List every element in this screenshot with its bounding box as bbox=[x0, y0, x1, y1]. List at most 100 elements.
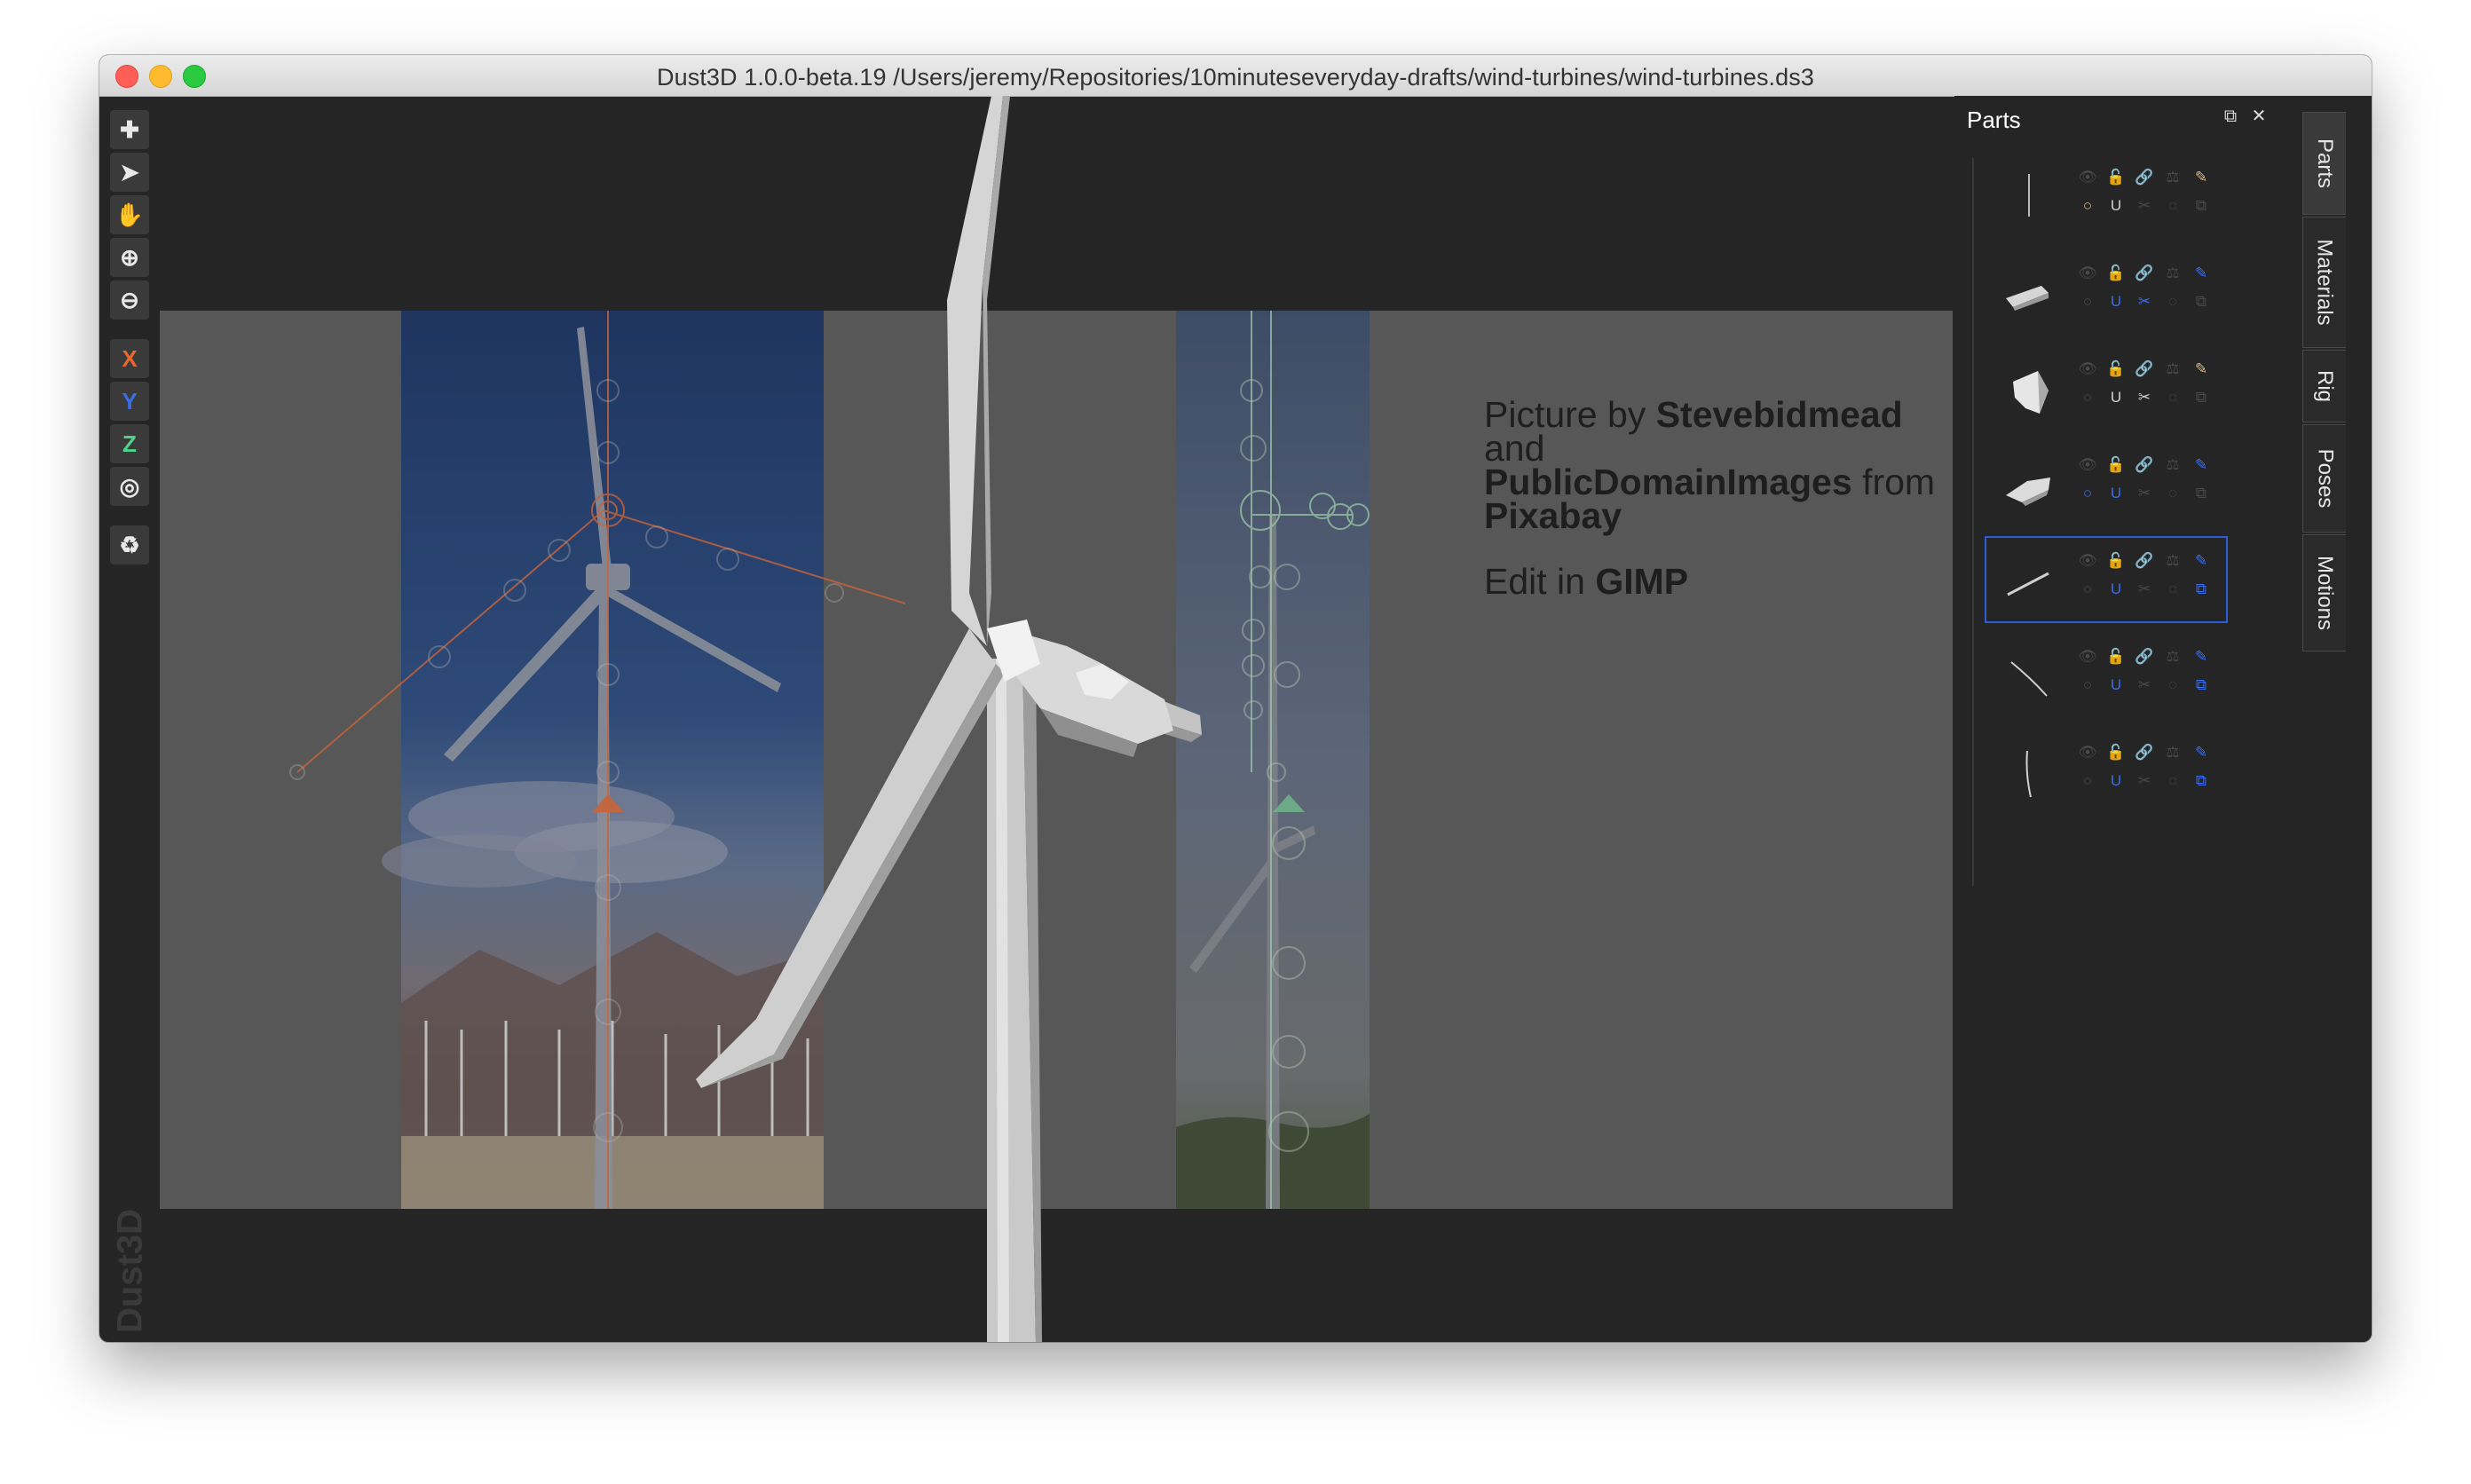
deform-icon[interactable]: ◌ bbox=[2162, 291, 2183, 312]
chamfer-icon[interactable]: ✂ bbox=[2134, 387, 2155, 408]
xmirror-icon[interactable]: ⚖ bbox=[2162, 646, 2183, 667]
lock-icon[interactable]: 🔓 bbox=[2105, 359, 2127, 380]
subdivide-icon[interactable]: U bbox=[2105, 195, 2127, 217]
visible-icon[interactable]: 👁 bbox=[2077, 359, 2098, 380]
link-icon[interactable]: 🔗 bbox=[2134, 742, 2155, 763]
visible-icon[interactable]: 👁 bbox=[2077, 550, 2098, 572]
radius-lock-button[interactable]: ◎ bbox=[110, 467, 149, 506]
deform-icon[interactable]: ◌ bbox=[2162, 770, 2183, 792]
turbine-3d-model[interactable] bbox=[99, 96, 1954, 1342]
part-row[interactable]: 👁 🔓 🔗 ⚖ ✎ ○ U ✂ ◌ ⧉ bbox=[1986, 250, 2226, 334]
visible-icon[interactable]: 👁 bbox=[2077, 263, 2098, 284]
rounded-icon[interactable]: ○ bbox=[2077, 291, 2098, 312]
deform-icon[interactable]: ◌ bbox=[2162, 483, 2183, 504]
lock-icon[interactable]: 🔓 bbox=[2105, 646, 2127, 667]
rounded-icon[interactable]: ○ bbox=[2077, 579, 2098, 600]
color-picker-icon[interactable]: ✎ bbox=[2191, 742, 2212, 763]
target-icon: ◎ bbox=[119, 472, 140, 500]
chamfer-icon[interactable]: ✂ bbox=[2134, 770, 2155, 792]
color-picker-icon[interactable]: ✎ bbox=[2191, 167, 2212, 188]
part-row[interactable]: 👁 🔓 🔗 ⚖ ✎ ○ U ✂ ◌ ⧉ bbox=[1986, 442, 2226, 525]
model-canvas[interactable]: Picture by Stevebidmead and PublicDomain… bbox=[99, 96, 1954, 1342]
visible-icon[interactable]: 👁 bbox=[2077, 454, 2098, 476]
link-icon[interactable]: 🔗 bbox=[2134, 454, 2155, 476]
color-picker-icon[interactable]: ✎ bbox=[2191, 454, 2212, 476]
z-axis-lock-button[interactable]: Z bbox=[110, 424, 149, 463]
deform-icon[interactable]: ◌ bbox=[2162, 195, 2183, 217]
add-tool-button[interactable]: ✚ bbox=[110, 110, 149, 149]
deform-icon[interactable]: ◌ bbox=[2162, 675, 2183, 696]
rounded-icon[interactable]: ○ bbox=[2077, 483, 2098, 504]
pan-tool-button[interactable]: ✋ bbox=[110, 195, 149, 234]
visible-icon[interactable]: 👁 bbox=[2077, 167, 2098, 188]
lock-icon[interactable]: 🔓 bbox=[2105, 454, 2127, 476]
rounded-icon[interactable]: ○ bbox=[2077, 195, 2098, 217]
xmirror-icon[interactable]: ⚖ bbox=[2162, 167, 2183, 188]
lock-icon[interactable]: 🔓 bbox=[2105, 167, 2127, 188]
chamfer-icon[interactable]: ✂ bbox=[2134, 483, 2155, 504]
float-panel-icon[interactable]: ⧉ bbox=[2221, 107, 2240, 126]
regenerate-button[interactable]: ♻ bbox=[110, 525, 149, 564]
part-row[interactable]: 👁 🔓 🔗 ⚖ ✎ ○ U ✂ ◌ ⧉ bbox=[1985, 536, 2228, 623]
subdivide-icon[interactable]: U bbox=[2105, 675, 2127, 696]
tab-poses[interactable]: Poses bbox=[2302, 424, 2346, 533]
chamfer-icon[interactable]: ✂ bbox=[2134, 195, 2155, 217]
subdivide-icon[interactable]: U bbox=[2105, 387, 2127, 408]
color-picker-icon[interactable]: ✎ bbox=[2191, 550, 2212, 572]
select-tool-button[interactable]: ➤ bbox=[110, 153, 149, 192]
xmirror-icon[interactable]: ⚖ bbox=[2162, 742, 2183, 763]
tab-materials[interactable]: Materials bbox=[2302, 217, 2346, 348]
subdivide-icon[interactable]: U bbox=[2105, 770, 2127, 792]
part-row[interactable]: 👁 🔓 🔗 ⚖ ✎ ○ U ✂ ◌ ⧉ bbox=[1986, 634, 2226, 717]
rounded-icon[interactable]: ○ bbox=[2077, 770, 2098, 792]
visible-icon[interactable]: 👁 bbox=[2077, 742, 2098, 763]
wrap-icon[interactable]: ⧉ bbox=[2191, 195, 2212, 217]
y-axis-lock-button[interactable]: Y bbox=[110, 382, 149, 421]
chamfer-icon[interactable]: ✂ bbox=[2134, 291, 2155, 312]
link-icon[interactable]: 🔗 bbox=[2134, 167, 2155, 188]
lock-icon[interactable]: 🔓 bbox=[2105, 263, 2127, 284]
part-row[interactable]: 👁 🔓 🔗 ⚖ ✎ ○ U ✂ ◌ ⧉ bbox=[1986, 346, 2226, 430]
deform-icon[interactable]: ◌ bbox=[2162, 387, 2183, 408]
subdivide-icon[interactable]: U bbox=[2105, 579, 2127, 600]
rounded-icon[interactable]: ○ bbox=[2077, 675, 2098, 696]
wrap-icon[interactable]: ⧉ bbox=[2191, 483, 2212, 504]
color-picker-icon[interactable]: ✎ bbox=[2191, 646, 2212, 667]
part-options: 👁 🔓 🔗 ⚖ ✎ ○ U ✂ ◌ ⧉ bbox=[2077, 550, 2237, 612]
svg-text:Dust3D: Dust3D bbox=[111, 1209, 150, 1333]
color-picker-icon[interactable]: ✎ bbox=[2191, 263, 2212, 284]
wrap-icon[interactable]: ⧉ bbox=[2191, 675, 2212, 696]
chamfer-icon[interactable]: ✂ bbox=[2134, 675, 2155, 696]
x-axis-lock-button[interactable]: X bbox=[110, 339, 149, 378]
zoom-out-button[interactable]: ⊖ bbox=[110, 280, 149, 320]
close-panel-icon[interactable]: ✕ bbox=[2249, 107, 2269, 126]
color-picker-icon[interactable]: ✎ bbox=[2191, 359, 2212, 380]
deform-icon[interactable]: ◌ bbox=[2162, 579, 2183, 600]
wrap-icon[interactable]: ⧉ bbox=[2191, 770, 2212, 792]
subdivide-icon[interactable]: U bbox=[2105, 483, 2127, 504]
subdivide-icon[interactable]: U bbox=[2105, 291, 2127, 312]
chamfer-icon[interactable]: ✂ bbox=[2134, 579, 2155, 600]
link-icon[interactable]: 🔗 bbox=[2134, 550, 2155, 572]
rounded-icon[interactable]: ○ bbox=[2077, 387, 2098, 408]
zoom-in-button[interactable]: ⊕ bbox=[110, 238, 149, 277]
tab-motions[interactable]: Motions bbox=[2302, 534, 2346, 651]
xmirror-icon[interactable]: ⚖ bbox=[2162, 454, 2183, 476]
lock-icon[interactable]: 🔓 bbox=[2105, 742, 2127, 763]
tab-parts[interactable]: Parts bbox=[2302, 112, 2346, 215]
part-row[interactable]: 👁 🔓 🔗 ⚖ ✎ ○ U ✂ ◌ ⧉ bbox=[1986, 154, 2226, 238]
link-icon[interactable]: 🔗 bbox=[2134, 646, 2155, 667]
wrap-icon[interactable]: ⧉ bbox=[2191, 579, 2212, 600]
xmirror-icon[interactable]: ⚖ bbox=[2162, 263, 2183, 284]
xmirror-icon[interactable]: ⚖ bbox=[2162, 550, 2183, 572]
part-row[interactable]: 👁 🔓 🔗 ⚖ ✎ ○ U ✂ ◌ ⧉ bbox=[1986, 730, 2226, 813]
wrap-icon[interactable]: ⧉ bbox=[2191, 291, 2212, 312]
tab-rig[interactable]: Rig bbox=[2302, 350, 2346, 422]
link-icon[interactable]: 🔗 bbox=[2134, 359, 2155, 380]
lock-icon[interactable]: 🔓 bbox=[2105, 550, 2127, 572]
wrap-icon[interactable]: ⧉ bbox=[2191, 387, 2212, 408]
visible-icon[interactable]: 👁 bbox=[2077, 646, 2098, 667]
z-axis-icon: Z bbox=[122, 430, 137, 457]
xmirror-icon[interactable]: ⚖ bbox=[2162, 359, 2183, 380]
link-icon[interactable]: 🔗 bbox=[2134, 263, 2155, 284]
